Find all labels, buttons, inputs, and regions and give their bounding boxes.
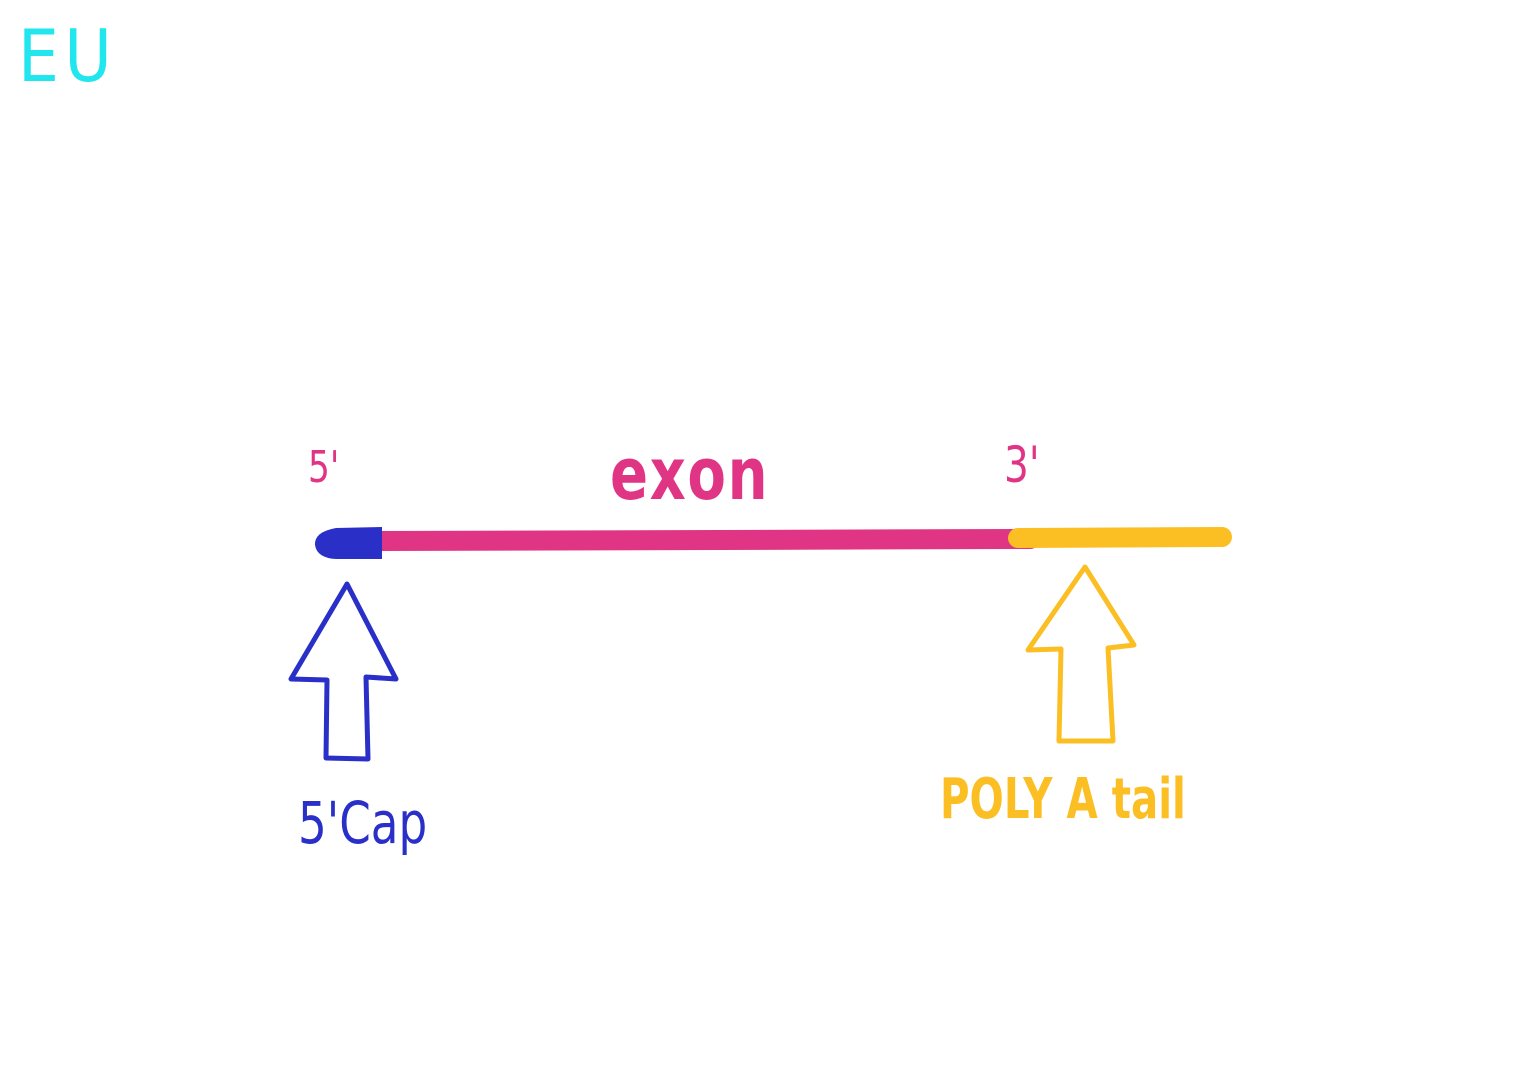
cap-label: 5'Cap <box>298 789 428 857</box>
cap-arrow-icon <box>288 581 399 762</box>
tail-arrow-icon <box>1025 564 1137 744</box>
three-prime-label: 3' <box>1004 436 1040 494</box>
five-prime-label: 5' <box>308 442 340 493</box>
exon-label: exon <box>610 432 770 516</box>
cap-blob <box>314 527 382 559</box>
mrna-diagram <box>288 527 1232 762</box>
poly-a-tail-label: POLY A tail <box>940 767 1186 832</box>
diagram-canvas: EU 5' exon 3' 5'Cap POLY A tail <box>0 0 1522 1076</box>
poly-a-tail-strand <box>1008 527 1232 548</box>
corner-tag: EU <box>18 14 118 98</box>
exon-strand <box>368 529 1040 551</box>
